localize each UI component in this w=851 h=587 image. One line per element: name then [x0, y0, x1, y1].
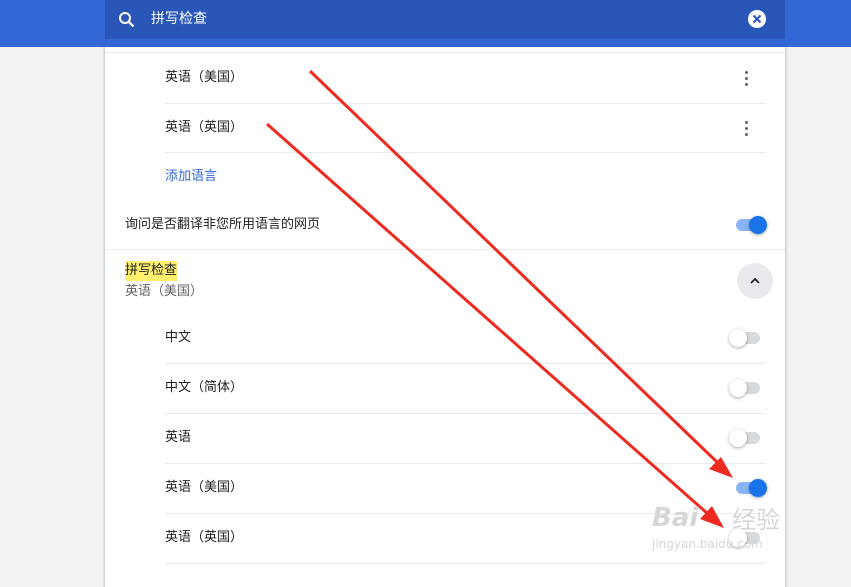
translate-offer-label: 询问是否翻译非您所用语言的网页	[125, 217, 321, 232]
spellcheck-title: 拼写检查	[125, 261, 178, 281]
divider	[165, 363, 765, 364]
spellcheck-language-toggle[interactable]	[729, 528, 763, 548]
spellcheck-language-toggle[interactable]	[733, 478, 767, 498]
languages-settings-card: 英语（美国） 英语（英国） 添加语言 询问是否翻译非您所用语言的网页 拼写检查 …	[105, 47, 785, 587]
divider	[165, 563, 765, 564]
divider	[165, 103, 765, 104]
clear-search-button[interactable]	[748, 10, 766, 28]
spellcheck-language-toggle[interactable]	[729, 378, 763, 398]
add-language-link[interactable]: 添加语言	[165, 167, 217, 187]
divider	[165, 463, 765, 464]
translate-offer-toggle[interactable]	[733, 215, 767, 235]
close-icon	[752, 14, 762, 24]
spellcheck-language-label: 英语（美国）	[165, 480, 244, 495]
chevron-up-icon	[750, 277, 760, 284]
divider	[165, 413, 765, 414]
search-input[interactable]: 拼写检查	[151, 0, 207, 39]
collapse-section-button[interactable]	[737, 263, 773, 299]
language-item-label: 英语（英国）	[165, 120, 244, 135]
spellcheck-language-label: 英语	[165, 430, 192, 445]
more-actions-icon[interactable]	[743, 71, 751, 87]
spellcheck-language-label: 中文（简体）	[165, 380, 244, 395]
spellcheck-language-label: 英语（英国）	[165, 530, 244, 545]
more-actions-icon[interactable]	[743, 121, 751, 137]
spellcheck-language-label: 中文	[165, 330, 192, 345]
spellcheck-language-toggle[interactable]	[729, 328, 763, 348]
divider	[105, 249, 785, 250]
divider	[105, 52, 785, 53]
language-item-label: 英语（美国）	[165, 70, 244, 85]
spellcheck-language-toggle[interactable]	[729, 428, 763, 448]
divider	[165, 152, 765, 153]
search-icon	[118, 11, 135, 28]
divider	[165, 513, 765, 514]
spellcheck-subtitle: 英语（美国）	[125, 284, 204, 299]
settings-search-bar[interactable]: 拼写检查	[105, 0, 785, 39]
